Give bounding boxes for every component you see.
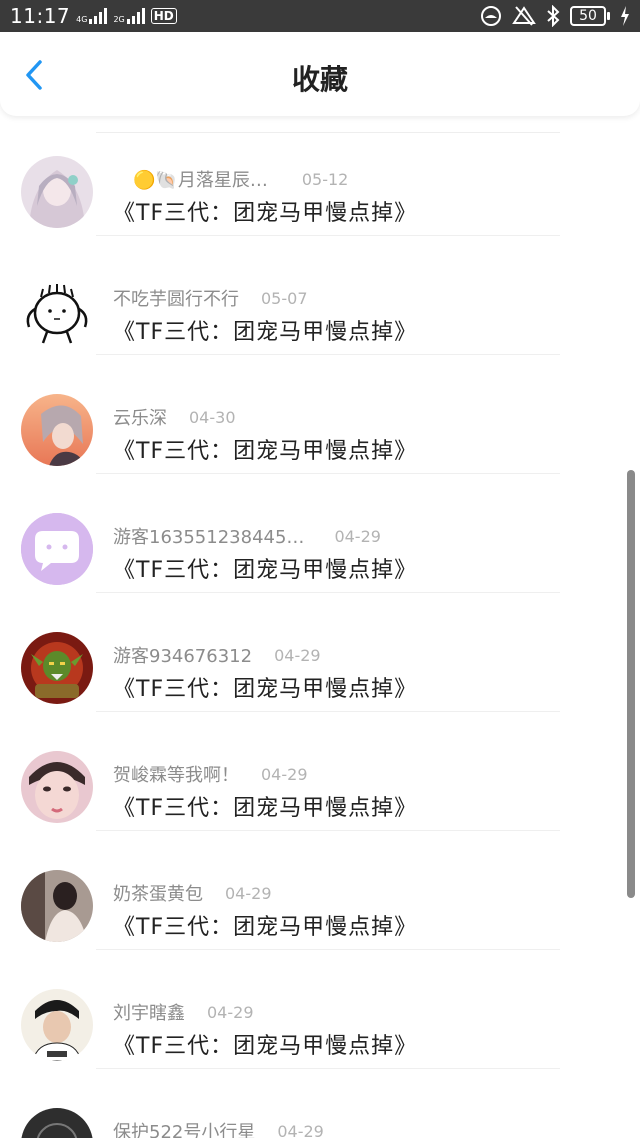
item-title: 《TF三代：团宠马甲慢点掉》	[113, 558, 418, 583]
item-meta: 刘宇瞎鑫 04-29	[113, 999, 254, 1025]
item-meta: 保护522号小行星 04-29	[113, 1118, 324, 1138]
list-item[interactable]: 不吃芋圆行不行 05-07 《TF三代：团宠马甲慢点掉》	[0, 235, 640, 355]
avatar[interactable]	[21, 156, 93, 228]
status-left: 11:17 4G 2G HD	[10, 4, 177, 28]
item-title: 《TF三代：团宠马甲慢点掉》	[113, 201, 418, 226]
author-name: 🟡🐚月落星辰…	[133, 170, 268, 191]
avatar[interactable]	[21, 394, 93, 466]
net-label-4g: 4G	[76, 15, 88, 24]
author-name: 游客163551238445…	[113, 527, 305, 548]
status-right: 50	[480, 5, 630, 27]
author-name: 刘宇瞎鑫	[113, 1003, 185, 1024]
clock: 11:17	[10, 4, 71, 28]
list-item[interactable]: 刘宇瞎鑫 04-29 《TF三代：团宠马甲慢点掉》	[0, 949, 640, 1069]
avatar[interactable]	[21, 275, 93, 347]
charging-icon	[621, 6, 629, 26]
item-meta: 云乐深 04-30	[113, 404, 236, 430]
author-name: 游客934676312	[113, 646, 253, 667]
author-name: 云乐深	[113, 408, 167, 429]
item-meta: 游客163551238445… 04-29	[113, 523, 381, 549]
list-item[interactable]: 云乐深 04-30 《TF三代：团宠马甲慢点掉》	[0, 354, 640, 474]
item-date: 04-30	[189, 407, 236, 427]
signal-2g: 2G	[113, 8, 145, 24]
list-item[interactable]: 贺峻霖等我啊！ 04-29 《TF三代：团宠马甲慢点掉》	[0, 711, 640, 831]
author-name: 保护522号小行星	[113, 1122, 256, 1138]
item-meta: 游客934676312 04-29	[113, 642, 321, 668]
signal-bars-icon	[126, 8, 145, 24]
battery-level: 50	[570, 6, 606, 26]
author-name: 奶茶蛋黄包	[113, 884, 203, 905]
item-title: 《TF三代：团宠马甲慢点掉》	[113, 320, 418, 345]
item-date: 04-29	[225, 883, 272, 903]
item-meta: 不吃芋圆行不行 05-07	[113, 285, 308, 311]
list-item[interactable]: 游客934676312 04-29 《TF三代：团宠马甲慢点掉》	[0, 592, 640, 712]
navigation-header: 收藏	[0, 32, 640, 116]
list-item[interactable]: 保护522号小行星 04-29	[0, 1068, 640, 1138]
item-title: 《TF三代：团宠马甲慢点掉》	[113, 1034, 418, 1059]
item-date: 04-29	[261, 764, 308, 784]
author-name: 贺峻霖等我啊！	[113, 765, 239, 786]
list-item[interactable]: 🟡🐚月落星辰… 05-12 《TF三代：团宠马甲慢点掉》	[0, 116, 640, 236]
list-item[interactable]: 游客163551238445… 04-29 《TF三代：团宠马甲慢点掉》	[0, 473, 640, 593]
item-date: 05-12	[301, 169, 349, 189]
avatar[interactable]	[21, 751, 93, 823]
item-meta: 奶茶蛋黄包 04-29	[113, 880, 272, 906]
item-date: 04-29	[334, 526, 381, 546]
item-title: 《TF三代：团宠马甲慢点掉》	[113, 796, 418, 821]
item-date: 04-29	[207, 1002, 254, 1022]
item-date: 04-29	[277, 1121, 324, 1138]
item-date: 04-29	[274, 645, 321, 665]
avatar[interactable]	[21, 870, 93, 942]
avatar[interactable]	[21, 632, 93, 704]
avatar[interactable]	[21, 989, 93, 1061]
battery-icon: 50	[570, 6, 610, 26]
item-date: 05-07	[261, 288, 308, 308]
hd-icon: HD	[150, 8, 177, 24]
list-item[interactable]: 奶茶蛋黄包 04-29 《TF三代：团宠马甲慢点掉》	[0, 830, 640, 950]
mute-icon	[512, 6, 536, 26]
vpn-icon	[481, 6, 501, 26]
bluetooth-icon	[547, 5, 560, 27]
status-bar: 11:17 4G 2G HD 50	[0, 0, 640, 32]
signal-bars-icon	[89, 8, 108, 24]
item-title: 《TF三代：团宠马甲慢点掉》	[113, 439, 418, 464]
author-name: 不吃芋圆行不行	[113, 289, 239, 310]
signal-4g: 4G	[76, 8, 108, 24]
avatar[interactable]	[21, 1108, 93, 1138]
avatar[interactable]	[21, 513, 93, 585]
net-label-2g: 2G	[113, 15, 125, 24]
item-title: 《TF三代：团宠马甲慢点掉》	[113, 915, 418, 940]
favorites-list: 🟡🐚月落星辰… 05-12 《TF三代：团宠马甲慢点掉》 不吃芋圆行不行 05-…	[0, 116, 640, 1138]
scrollbar[interactable]	[627, 470, 635, 898]
item-meta: 🟡🐚月落星辰… 05-12	[133, 166, 348, 192]
item-title: 《TF三代：团宠马甲慢点掉》	[113, 677, 418, 702]
item-meta: 贺峻霖等我啊！ 04-29	[113, 761, 308, 787]
page-title: 收藏	[291, 63, 348, 96]
chat-bubble-icon	[21, 513, 93, 585]
